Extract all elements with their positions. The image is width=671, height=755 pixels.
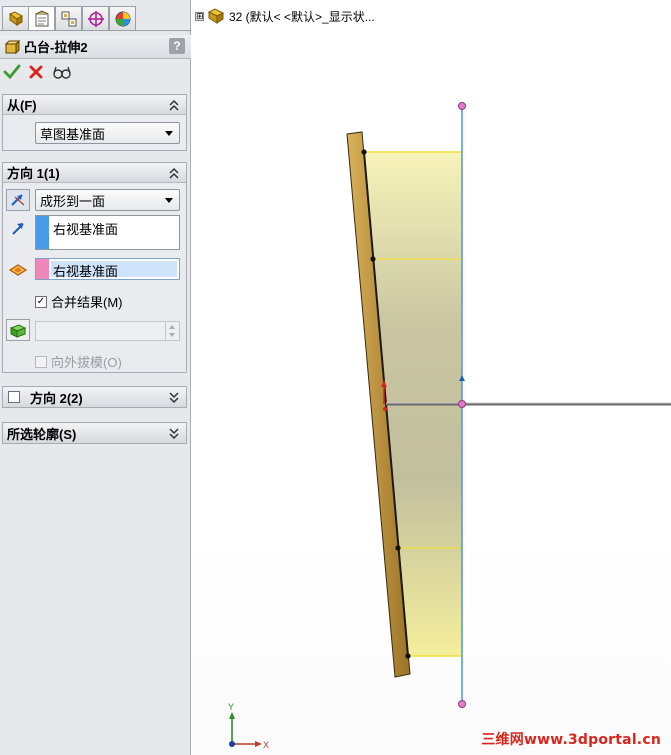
from-group-title: 从(F): [7, 98, 37, 113]
collapse-chevron-icon[interactable]: [168, 98, 180, 112]
direction-vector-list[interactable]: 右视基准面: [35, 215, 180, 250]
property-manager-icon: [35, 9, 48, 26]
draft-outward-row: 向外拔模(O): [35, 352, 122, 371]
sketch-origin-point: [383, 407, 387, 411]
direction1-group-title: 方向 1(1): [7, 166, 60, 181]
face-plane-icon: [9, 264, 27, 276]
plane-handle-bottom[interactable]: [458, 700, 466, 708]
boss-extrude-icon: [4, 39, 20, 54]
manager-tabs: [0, 6, 191, 32]
ok-button[interactable]: [2, 62, 22, 82]
face-plane-icon-box: [6, 259, 30, 281]
triad-x-arrow-icon: [255, 741, 262, 747]
action-row: [2, 62, 82, 82]
sketch-point: [395, 545, 401, 551]
end-condition-select[interactable]: 成形到一面: [35, 189, 180, 211]
chevron-down-icon: [165, 198, 173, 203]
end-condition-value: 成形到一面: [40, 193, 106, 209]
site-watermark: 三维网www.3dportal.cn: [481, 732, 661, 748]
tab-divider: [0, 30, 191, 31]
tab-feature-manager[interactable]: [2, 6, 29, 31]
from-group: 从(F) 草图基准面: [2, 94, 187, 151]
start-condition-value: 草图基准面: [40, 126, 106, 142]
start-condition-select[interactable]: 草图基准面: [35, 122, 180, 144]
sketch-point: [405, 653, 411, 659]
draft-toggle-button[interactable]: [6, 319, 30, 341]
triad-x-label: X: [263, 740, 269, 750]
property-manager-header: 凸台-拉伸2 ?: [0, 35, 191, 59]
spin-buttons: [165, 322, 179, 340]
plane-handle-top[interactable]: [458, 102, 466, 110]
expand-chevron-icon[interactable]: [168, 426, 180, 440]
selected-contours-title: 所选轮廓(S): [7, 426, 77, 442]
merge-result-label: 合并结果(M): [51, 295, 123, 310]
triad-y-label: Y: [228, 702, 234, 712]
reverse-direction-icon: [11, 194, 25, 206]
reverse-direction-button[interactable]: [6, 189, 30, 211]
tab-dimxpert-manager[interactable]: [82, 6, 109, 31]
sketch-point: [370, 256, 376, 262]
face-plane-list[interactable]: 右视基准面: [35, 258, 180, 280]
help-button[interactable]: ?: [169, 38, 185, 54]
draft-icon: [9, 324, 27, 338]
direction2-group: 方向 2(2): [2, 386, 187, 408]
crosshair-target-icon: [87, 10, 104, 27]
page-title: 凸台-拉伸2: [24, 40, 88, 55]
direction1-group-header[interactable]: 方向 1(1): [3, 163, 186, 183]
selection-color-swatch: [36, 216, 49, 249]
draft-outward-checkbox: [35, 355, 47, 368]
direction2-checkbox[interactable]: [8, 391, 20, 403]
checkmark-icon: [3, 64, 21, 80]
chevron-down-icon: [165, 131, 173, 136]
expand-chevron-icon[interactable]: [168, 390, 180, 404]
from-group-header[interactable]: 从(F): [3, 95, 186, 115]
detailed-preview-button[interactable]: [52, 62, 72, 82]
origin-point: [458, 400, 466, 408]
spin-down-icon: [169, 333, 175, 337]
property-manager-panel: 凸台-拉伸2 ? 从(F) 草图基准面 方向 1(1) 成形到一面 右视基准面 …: [0, 0, 191, 755]
merge-result-checkbox[interactable]: ✓: [35, 295, 47, 308]
face-plane-value: 右视基准面: [51, 261, 177, 279]
appearance-ball-icon: [115, 11, 130, 26]
draft-angle-spinbox: [35, 321, 180, 341]
direction-arrow-icon: [12, 223, 24, 235]
spin-up-icon: [169, 325, 175, 329]
collapse-chevron-icon[interactable]: [168, 166, 180, 180]
configuration-icon: [61, 11, 76, 26]
close-icon: [29, 65, 43, 79]
direction-of-extrusion-icon-box: [6, 217, 30, 239]
merge-result-row: ✓ 合并结果(M): [35, 292, 123, 311]
triad-origin: [229, 741, 235, 747]
triad-y-arrow-icon: [229, 712, 235, 719]
glasses-icon: [53, 66, 71, 79]
draft-outward-label: 向外拔模(O): [51, 355, 122, 370]
model-scene: Y X: [228, 102, 671, 750]
cancel-button[interactable]: [26, 62, 46, 82]
direction2-group-title: 方向 2(2): [30, 390, 83, 406]
tab-property-manager[interactable]: [28, 6, 55, 31]
selected-contours-header[interactable]: 所选轮廓(S): [3, 423, 186, 443]
tab-display-manager[interactable]: [109, 6, 136, 31]
sketch-point: [361, 149, 367, 155]
direction2-group-header[interactable]: 方向 2(2): [3, 387, 186, 407]
direction1-group: 方向 1(1) 成形到一面 右视基准面 右视基准面 ✓ 合并结果(M) 向外拔模…: [2, 162, 187, 373]
direction-vector-value: 右视基准面: [53, 222, 119, 237]
selection-color-swatch: [36, 259, 49, 279]
selected-contours-group: 所选轮廓(S): [2, 422, 187, 444]
feature-tree-icon: [8, 10, 23, 26]
tab-configuration-manager[interactable]: [55, 6, 82, 31]
